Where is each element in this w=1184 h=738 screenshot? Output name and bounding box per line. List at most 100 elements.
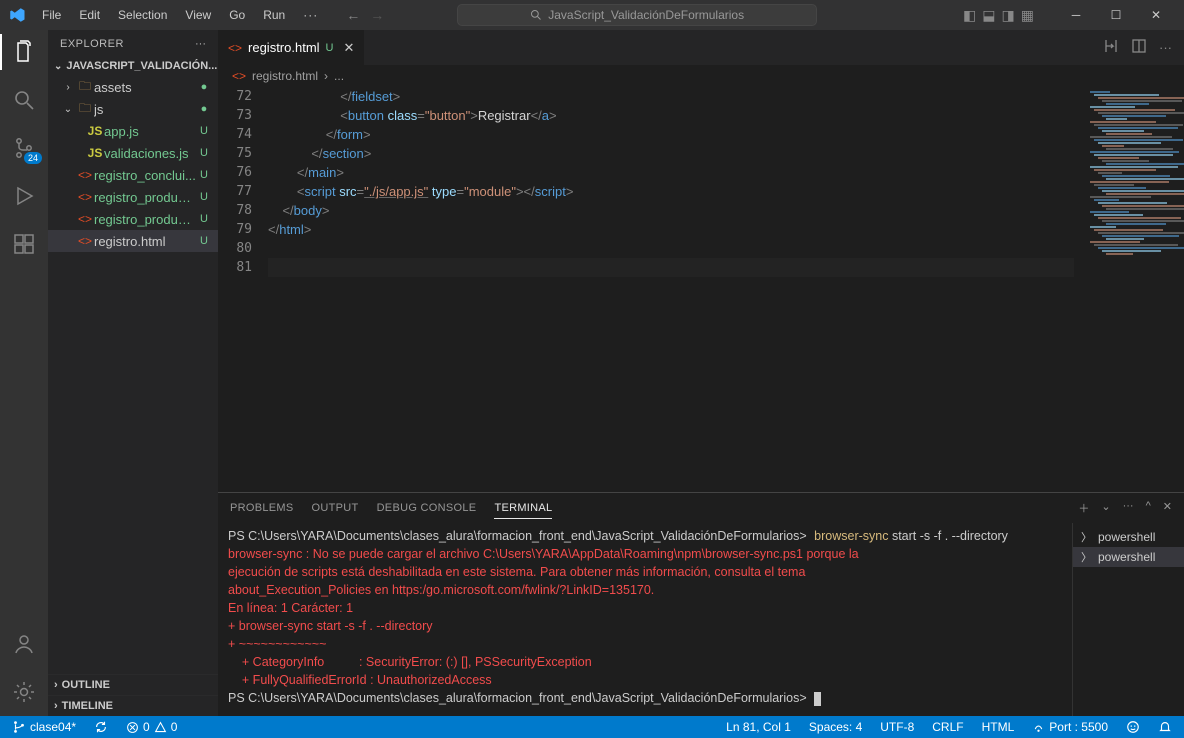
- tree-item-label: registro_product...: [94, 212, 196, 227]
- tree-row[interactable]: <>registro.htmlU: [48, 230, 218, 252]
- menu-run[interactable]: Run: [255, 4, 293, 26]
- status-branch-label: clase04*: [30, 720, 76, 734]
- tree-item-label: registro_product...: [94, 190, 196, 205]
- terminal-error-line: browser-sync : No se puede cargar el arc…: [228, 547, 862, 561]
- split-editor-icon[interactable]: [1131, 38, 1147, 57]
- terminal-icon: 〉: [1081, 529, 1092, 545]
- chevron-right-icon: ›: [60, 82, 76, 93]
- maximize-icon[interactable]: ☐: [1096, 0, 1136, 30]
- editor-tabs: <> registro.html U ✕ ···: [218, 30, 1184, 65]
- chevron-down-icon: ⌄: [54, 61, 62, 72]
- sidebar-more-icon[interactable]: ···: [195, 38, 206, 50]
- command-center-text: JavaScript_ValidaciónDeFormularios: [548, 8, 744, 22]
- status-eol[interactable]: CRLF: [928, 716, 967, 738]
- tree-row[interactable]: JSapp.jsU: [48, 120, 218, 142]
- chevron-down-icon: ⌄: [60, 104, 76, 115]
- status-encoding[interactable]: UTF-8: [876, 716, 918, 738]
- js-file-icon: JS: [86, 124, 104, 138]
- tree-row[interactable]: JSvalidaciones.jsU: [48, 142, 218, 164]
- sidebar-project-name: JAVASCRIPT_VALIDACIÓN...: [66, 60, 217, 72]
- activity-run-debug-icon[interactable]: [10, 182, 38, 210]
- terminal[interactable]: PS C:\Users\YARA\Documents\clases_alura\…: [218, 523, 1072, 716]
- tree-row[interactable]: ⌄🗀js●: [48, 98, 218, 120]
- panel-tab-output[interactable]: OUTPUT: [312, 498, 359, 518]
- git-status-mark: ●: [196, 81, 212, 93]
- menu-file[interactable]: File: [34, 4, 69, 26]
- panel-tab-problems[interactable]: PROBLEMS: [230, 498, 294, 518]
- menu-more[interactable]: ···: [295, 4, 326, 26]
- activity-extensions-icon[interactable]: [10, 230, 38, 258]
- menu-edit[interactable]: Edit: [71, 4, 108, 26]
- toggle-panel-left-icon[interactable]: ◧: [963, 7, 976, 24]
- toggle-panel-bottom-icon[interactable]: ⬓: [982, 7, 995, 24]
- breadcrumb-file: registro.html: [252, 69, 318, 83]
- menu-view[interactable]: View: [177, 4, 219, 26]
- breadcrumb[interactable]: <> registro.html › ...: [218, 65, 1184, 87]
- status-cursor-pos[interactable]: Ln 81, Col 1: [722, 716, 795, 738]
- tree-row[interactable]: ›🗀assets●: [48, 76, 218, 98]
- terminal-cursor: [814, 692, 821, 706]
- sidebar-outline[interactable]: ›OUTLINE: [48, 674, 218, 695]
- sidebar-title: EXPLORER: [60, 38, 124, 50]
- terminal-list-item[interactable]: 〉 powershell: [1073, 547, 1184, 567]
- git-status-mark: U: [196, 147, 212, 159]
- status-liveserver[interactable]: Port : 5500: [1028, 716, 1112, 738]
- tree-row[interactable]: <>registro_conclui...U: [48, 164, 218, 186]
- activity-explorer-icon[interactable]: [10, 38, 38, 66]
- terminal-name: powershell: [1098, 550, 1155, 564]
- folder-icon: 🗀: [76, 77, 94, 98]
- terminal-list: 〉powershell〉powershell: [1072, 523, 1184, 716]
- tab-close-icon[interactable]: ✕: [344, 40, 355, 56]
- panel-more-icon[interactable]: ···: [1123, 500, 1134, 516]
- layout-customize-icon[interactable]: ▦: [1021, 7, 1034, 24]
- tree-row[interactable]: <>registro_product...U: [48, 186, 218, 208]
- menu-selection[interactable]: Selection: [110, 4, 175, 26]
- tree-item-label: js: [94, 102, 196, 117]
- tree-item-label: assets: [94, 80, 196, 95]
- activity-settings-icon[interactable]: [10, 678, 38, 706]
- nav-forward-icon[interactable]: →: [370, 7, 384, 23]
- tree-item-label: registro.html: [94, 234, 196, 249]
- tab-registro-html[interactable]: <> registro.html U ✕: [218, 30, 365, 65]
- terminal-icon: 〉: [1081, 549, 1092, 565]
- code-content[interactable]: </fieldset> <button class="button">Regis…: [268, 87, 1074, 492]
- status-language[interactable]: HTML: [978, 716, 1019, 738]
- chevron-right-icon: ›: [54, 700, 58, 712]
- close-icon[interactable]: ✕: [1136, 0, 1176, 30]
- status-notifications-icon[interactable]: [1154, 716, 1176, 738]
- panel-tab-debug[interactable]: DEBUG CONSOLE: [377, 498, 477, 518]
- html-file-icon: <>: [76, 168, 94, 182]
- activity-accounts-icon[interactable]: [10, 630, 38, 658]
- tree-row[interactable]: <>registro_product...U: [48, 208, 218, 230]
- minimize-icon[interactable]: ─: [1056, 0, 1096, 30]
- editor-more-icon[interactable]: ···: [1159, 40, 1172, 55]
- status-feedback-icon[interactable]: [1122, 716, 1144, 738]
- sidebar-project-header[interactable]: ⌄ JAVASCRIPT_VALIDACIÓN...: [48, 58, 218, 74]
- panel-tab-terminal[interactable]: TERMINAL: [494, 498, 552, 519]
- status-bar: clase04* 0 0 Ln 81, Col 1 Spaces: 4 UTF-…: [0, 716, 1184, 738]
- command-center[interactable]: JavaScript_ValidaciónDeFormularios: [457, 4, 817, 26]
- nav-back-icon[interactable]: ←: [346, 7, 360, 23]
- sidebar-timeline[interactable]: ›TIMELINE: [48, 695, 218, 716]
- status-sync[interactable]: [90, 716, 112, 738]
- activity-search-icon[interactable]: [10, 86, 38, 114]
- git-status-mark: ●: [196, 103, 212, 115]
- terminal-new-icon[interactable]: ＋: [1078, 500, 1089, 516]
- status-indent[interactable]: Spaces: 4: [805, 716, 866, 738]
- minimap[interactable]: [1074, 87, 1184, 492]
- window-controls: ─ ☐ ✕: [1056, 0, 1176, 30]
- menu-go[interactable]: Go: [221, 4, 253, 26]
- status-branch[interactable]: clase04*: [8, 716, 80, 738]
- status-problems[interactable]: 0 0: [122, 716, 181, 738]
- vscode-logo-icon: [8, 6, 26, 24]
- toggle-panel-right-icon[interactable]: ◨: [1002, 7, 1015, 24]
- compare-changes-icon[interactable]: [1103, 38, 1119, 57]
- activity-source-control-icon[interactable]: 24: [10, 134, 38, 162]
- terminal-list-item[interactable]: 〉powershell: [1073, 527, 1184, 547]
- breadcrumb-more: ...: [334, 69, 344, 83]
- terminal-split-dropdown-icon[interactable]: ⌄: [1101, 500, 1110, 516]
- panel-maximize-icon[interactable]: ^: [1146, 500, 1151, 516]
- panel-close-icon[interactable]: ✕: [1163, 500, 1172, 516]
- terminal-error-line: ejecución de scripts está deshabilitada …: [228, 565, 809, 579]
- editor[interactable]: 72 73 74 75 76 77 78 79 80 81 </fieldset…: [218, 87, 1184, 492]
